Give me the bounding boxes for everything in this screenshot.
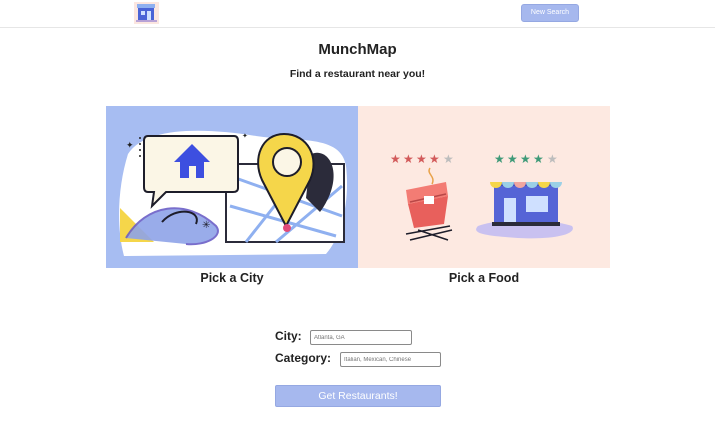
svg-text:★: ★ xyxy=(390,152,401,166)
page-title: MunchMap xyxy=(318,41,397,58)
get-restaurants-button[interactable]: Get Restaurants! xyxy=(275,385,441,407)
new-search-button[interactable]: New Search xyxy=(521,4,579,22)
map-location-pin-icon: ✦ ✦ ✳ xyxy=(119,130,348,256)
svg-text:★: ★ xyxy=(416,152,427,166)
svg-text:★: ★ xyxy=(429,152,440,166)
page-subtitle: Find a restaurant near you! xyxy=(289,68,426,80)
svg-text:✦: ✦ xyxy=(242,132,248,140)
svg-text:★: ★ xyxy=(547,152,558,166)
svg-text:✦: ✦ xyxy=(126,141,134,151)
svg-text:★: ★ xyxy=(443,152,454,166)
restaurant-building-icon[interactable] xyxy=(134,2,159,24)
navbar: New Search xyxy=(0,0,715,28)
pick-food-label[interactable]: Pick a Food xyxy=(358,271,610,285)
svg-text:★: ★ xyxy=(507,152,518,166)
pick-city-card[interactable]: ✦ ✦ ✳ xyxy=(106,106,358,268)
pick-city-label[interactable]: Pick a City xyxy=(106,271,358,285)
category-input[interactable] xyxy=(340,352,441,367)
category-label: Category: xyxy=(275,351,332,365)
svg-text:★: ★ xyxy=(494,152,505,166)
svg-text:✳: ✳ xyxy=(202,220,210,231)
svg-text:★: ★ xyxy=(403,152,414,166)
city-label: City: xyxy=(275,329,302,343)
food-ratings-icon: ★ ★ ★ ★ ★ ★ ★ ★ ★ ★ xyxy=(390,152,573,241)
pick-food-card[interactable]: ★ ★ ★ ★ ★ ★ ★ ★ ★ ★ xyxy=(358,106,610,268)
svg-text:★: ★ xyxy=(520,152,531,166)
city-input[interactable] xyxy=(310,330,412,345)
svg-text:★: ★ xyxy=(533,152,544,166)
